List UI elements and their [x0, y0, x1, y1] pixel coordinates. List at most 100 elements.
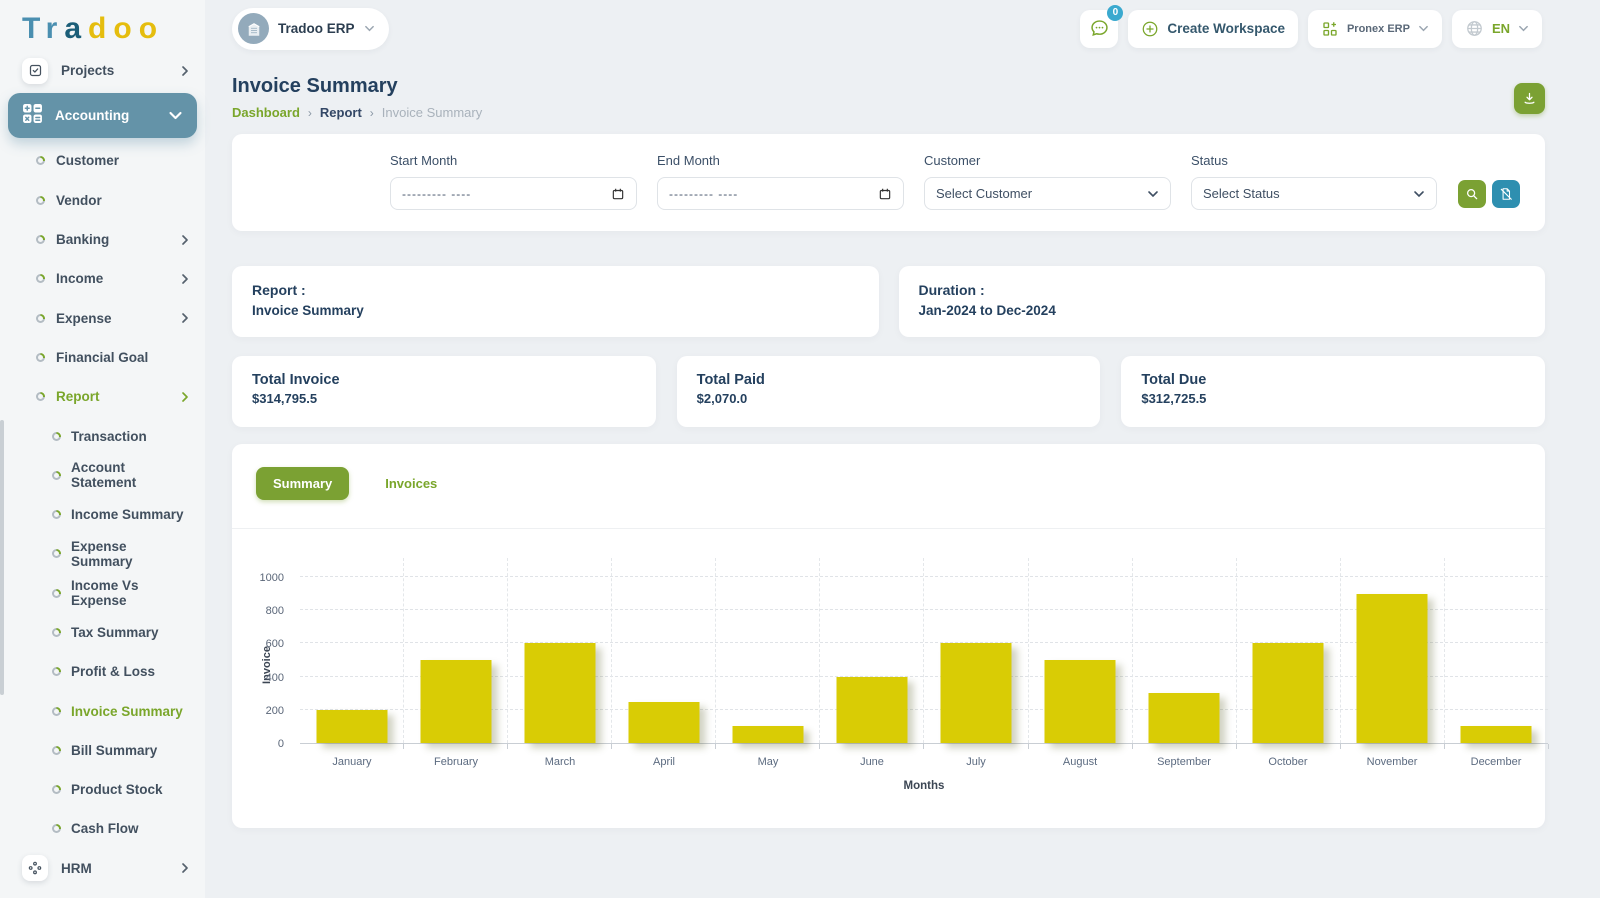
customer-label: Customer [924, 153, 981, 168]
bar-june[interactable] [836, 676, 908, 743]
end-month-input[interactable]: --------- ---- [657, 177, 904, 210]
chevron-down-icon [1519, 25, 1528, 32]
status-field: Status Select Status [1191, 153, 1437, 231]
filter-panel: Start Month --------- ---- End Month ---… [232, 134, 1545, 231]
bullet-icon [36, 352, 45, 362]
tab-summary[interactable]: Summary [256, 467, 350, 500]
breadcrumb-report[interactable]: Report [320, 105, 362, 120]
brand-letter: T [22, 12, 46, 45]
chevron-down-icon [1414, 190, 1424, 197]
duration-value: Jan-2024 to Dec-2024 [918, 303, 1056, 318]
chart-slot-october [1237, 558, 1341, 749]
start-month-field: Start Month --------- ---- [390, 153, 637, 231]
breadcrumb-dashboard[interactable]: Dashboard [232, 105, 300, 120]
create-workspace-label: Create Workspace [1167, 21, 1285, 36]
sidebar-item-bill-summary[interactable]: Bill Summary [0, 731, 205, 770]
chart-slot-march [508, 558, 613, 749]
sidebar-item-income[interactable]: Income [0, 259, 205, 298]
bar-february[interactable] [420, 660, 492, 743]
y-tick-label: 1000 [259, 572, 284, 584]
total-paid-card: Total Paid $2,070.0 [676, 356, 1101, 427]
customer-select[interactable]: Select Customer [924, 177, 1171, 210]
chat-icon [1091, 20, 1108, 37]
sidebar-item-product-stock[interactable]: Product Stock [0, 770, 205, 809]
bar-october[interactable] [1252, 643, 1324, 743]
total-due-card: Total Due $312,725.5 [1121, 356, 1546, 427]
search-icon [1466, 188, 1478, 200]
sidebar-item-transaction[interactable]: Transaction [0, 416, 205, 455]
bar-november[interactable] [1356, 593, 1428, 743]
sidebar-item-financial-goal[interactable]: Financial Goal [0, 338, 205, 377]
bullet-icon [52, 549, 61, 559]
brand-letter: a [64, 12, 89, 45]
end-month-field: End Month --------- ---- [657, 153, 904, 231]
download-button[interactable] [1514, 83, 1545, 114]
start-month-input[interactable]: --------- ---- [390, 177, 637, 210]
language-selector[interactable]: EN [1451, 9, 1542, 48]
bullet-icon [36, 392, 45, 402]
bar-january[interactable] [316, 709, 388, 743]
chat-badge: 0 [1107, 4, 1124, 21]
sidebar-item-profit-loss[interactable]: Profit & Loss [0, 652, 205, 691]
workspace-switcher[interactable]: Tradoo ERP [232, 7, 389, 50]
bullet-icon [52, 510, 61, 520]
breadcrumb-current: Invoice Summary [381, 105, 483, 120]
x-tick-label: March [544, 756, 576, 768]
building-icon [247, 22, 260, 36]
x-tick-label: June [860, 756, 884, 768]
bar-july[interactable] [940, 643, 1012, 743]
sidebar-item-income-summary[interactable]: Income Summary [0, 495, 205, 534]
chart-slot-january [300, 558, 405, 749]
calculator-icon [22, 103, 43, 129]
end-month-label: End Month [657, 153, 720, 168]
sidebar-item-tax-summary[interactable]: Tax Summary [0, 613, 205, 652]
start-month-label: Start Month [390, 153, 458, 168]
x-tick-label: August [1062, 756, 1098, 768]
sidebar-item-projects[interactable]: Projects [0, 51, 205, 90]
chevron-down-icon [364, 25, 374, 32]
tab-invoices[interactable]: Invoices [368, 467, 454, 500]
y-tick-label: 600 [265, 638, 284, 651]
sidebar-item-account-statement[interactable]: Account Statement [0, 456, 205, 495]
search-button[interactable] [1458, 180, 1486, 208]
bar-august[interactable] [1044, 660, 1116, 743]
bar-september[interactable] [1148, 693, 1220, 743]
customer-field: Customer Select Customer [924, 153, 1171, 231]
bullet-icon [36, 274, 45, 284]
duration-card: Duration : Jan-2024 to Dec-2024 [898, 266, 1545, 337]
sidebar-item-accounting[interactable]: Accounting [8, 93, 197, 139]
create-workspace-button[interactable]: Create Workspace [1128, 9, 1298, 48]
breadcrumb-separator: › [307, 105, 312, 120]
bar-april[interactable] [628, 701, 700, 743]
sidebar-item-cash-flow[interactable]: Cash Flow [0, 809, 205, 848]
duration-label: Duration : [918, 282, 985, 298]
page-title: Invoice Summary [232, 75, 398, 97]
bullet-icon [52, 588, 61, 598]
status-select[interactable]: Select Status [1191, 177, 1437, 210]
chevron-right-icon [179, 65, 191, 77]
page-header: Invoice Summary Dashboard › Report › Inv… [232, 75, 1545, 120]
sidebar-item-invoice-summary[interactable]: Invoice Summary [0, 691, 205, 730]
sidebar-item-customer[interactable]: Customer [0, 141, 205, 180]
bar-march[interactable] [524, 643, 596, 743]
clear-filter-button[interactable] [1492, 180, 1520, 208]
erp-selector[interactable]: Pronex ERP [1307, 9, 1442, 48]
sidebar-item-hrm[interactable]: HRM [0, 849, 205, 888]
x-tick-label: February [433, 756, 479, 768]
bar-may[interactable] [732, 726, 804, 743]
workspace-label: Tradoo ERP [278, 21, 355, 36]
messages-button[interactable]: 0 [1080, 4, 1124, 48]
workspace-avatar [238, 13, 269, 44]
sidebar-item-income-vs-expense[interactable]: Income Vs Expense [0, 574, 205, 613]
chart-slot-november [1341, 558, 1445, 749]
sidebar-item-report[interactable]: Report [0, 377, 205, 416]
sidebar-nav: Projects Accounting Customer Vendor Banking I… [0, 51, 205, 888]
bullet-icon [36, 235, 45, 245]
sidebar-item-expense-summary[interactable]: Expense Summary [0, 534, 205, 573]
bar-december[interactable] [1460, 726, 1532, 743]
sidebar-scrollbar[interactable] [0, 420, 4, 695]
calendar-icon [612, 188, 624, 199]
sidebar-item-expense[interactable]: Expense [0, 298, 205, 337]
sidebar-item-vendor[interactable]: Vendor [0, 181, 205, 220]
sidebar-item-banking[interactable]: Banking [0, 220, 205, 259]
